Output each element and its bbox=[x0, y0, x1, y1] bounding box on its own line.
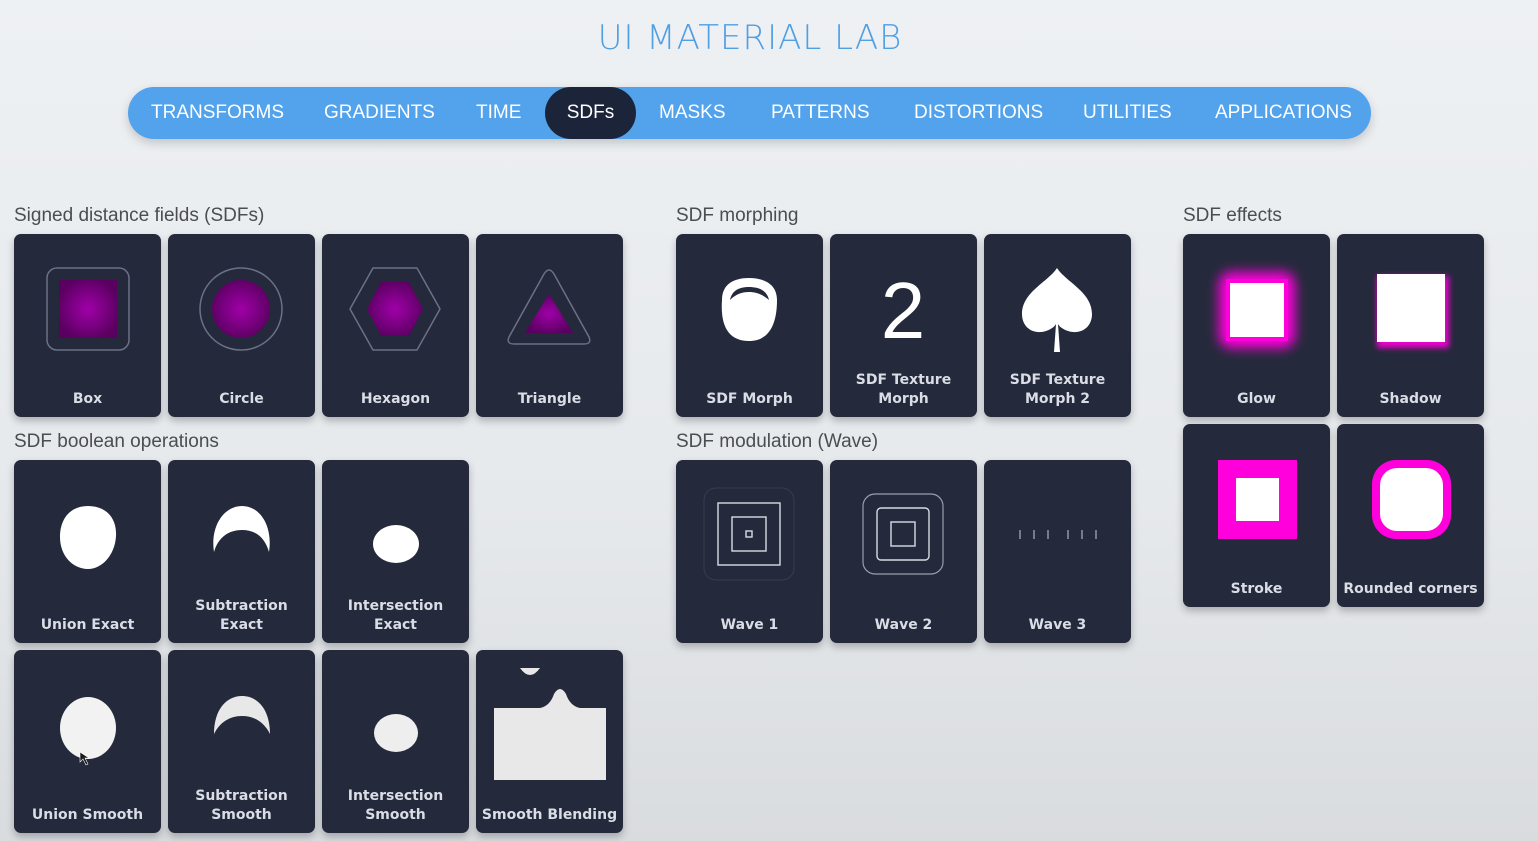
tab-patterns[interactable]: PATTERNS bbox=[771, 87, 870, 139]
tile-label: Shadow bbox=[1379, 391, 1442, 407]
tab-applications[interactable]: APPLICATIONS bbox=[1215, 87, 1352, 139]
tile-rounded-corners[interactable]: Rounded corners bbox=[1337, 424, 1484, 607]
tile-label: Union Smooth bbox=[31, 807, 144, 823]
section-title-morphing: SDF morphing bbox=[676, 205, 799, 226]
union-exact-icon bbox=[60, 506, 117, 569]
tile-label: Subtraction Exact bbox=[195, 598, 288, 633]
tile-box[interactable]: Box bbox=[14, 234, 161, 417]
spade-icon bbox=[1022, 268, 1092, 352]
tile-wave-3[interactable]: Wave 3 bbox=[984, 460, 1131, 643]
tile-glow[interactable]: Glow bbox=[1183, 234, 1330, 417]
tile-label: SDF Texture Morph bbox=[855, 372, 952, 407]
tab-transforms[interactable]: TRANSFORMS bbox=[151, 87, 284, 139]
tile-union-exact[interactable]: Union Exact bbox=[14, 460, 161, 643]
shadow-square-icon bbox=[1377, 274, 1449, 348]
smooth-blending-icon bbox=[494, 668, 606, 780]
section-title-boolean: SDF boolean operations bbox=[14, 431, 219, 452]
tile-label: SDF Morph bbox=[706, 391, 793, 407]
tile-subtraction-exact[interactable]: Subtraction Exact bbox=[168, 460, 315, 643]
sdf-morph-icon bbox=[721, 278, 777, 341]
tile-label: Glow bbox=[1237, 391, 1276, 407]
tile-label: Circle bbox=[219, 391, 264, 407]
page-title: UI MATERIAL LAB bbox=[597, 18, 903, 58]
tile-label: Intersection Exact bbox=[347, 598, 444, 633]
hexagon-sdf-icon bbox=[349, 267, 441, 351]
tile-label: Wave 3 bbox=[1028, 617, 1087, 633]
wave-square-icon bbox=[703, 487, 795, 581]
circle-sdf-icon bbox=[199, 267, 283, 351]
tile-label: Intersection Smooth bbox=[347, 788, 444, 823]
tab-utilities[interactable]: UTILITIES bbox=[1083, 87, 1172, 139]
tile-label: Wave 1 bbox=[720, 617, 779, 633]
tile-sdf-morph[interactable]: SDF Morph bbox=[676, 234, 823, 417]
digit-two-icon: 2 bbox=[881, 266, 926, 355]
box-sdf-icon bbox=[46, 267, 130, 351]
tile-label: Box bbox=[72, 391, 103, 407]
tile-intersection-exact[interactable]: Intersection Exact bbox=[322, 460, 469, 643]
tile-smooth-blending[interactable]: Smooth Blending bbox=[476, 650, 623, 833]
tile-shadow[interactable]: Shadow bbox=[1337, 234, 1484, 417]
union-smooth-icon bbox=[60, 697, 116, 766]
tab-distortions[interactable]: DISTORTIONS bbox=[914, 87, 1043, 139]
tile-circle[interactable]: Circle bbox=[168, 234, 315, 417]
tile-label: Smooth Blending bbox=[481, 807, 618, 823]
stroke-square-icon bbox=[1218, 460, 1297, 539]
tile-sdf-texture-morph-2[interactable]: SDF Texture Morph 2 bbox=[984, 234, 1131, 417]
tile-label: Wave 2 bbox=[874, 617, 933, 633]
tile-hexagon[interactable]: Hexagon bbox=[322, 234, 469, 417]
tile-label: Rounded corners bbox=[1343, 581, 1478, 597]
tile-label: Triangle bbox=[517, 391, 582, 407]
glow-square-icon bbox=[1219, 272, 1295, 348]
tile-union-smooth[interactable]: Union Smooth bbox=[14, 650, 161, 833]
wave-square-icon bbox=[862, 493, 944, 575]
section-title-modulation: SDF modulation (Wave) bbox=[676, 431, 879, 452]
intersection-smooth-icon bbox=[374, 714, 418, 752]
tile-stroke[interactable]: Stroke bbox=[1183, 424, 1330, 607]
category-tab-bar: TRANSFORMS GRADIENTS TIME SDFs MASKS PAT… bbox=[128, 87, 1371, 139]
tile-wave-2[interactable]: Wave 2 bbox=[830, 460, 977, 643]
wave-ticks-icon bbox=[1019, 530, 1097, 539]
subtraction-exact-icon bbox=[213, 506, 270, 552]
tile-label: Subtraction Smooth bbox=[195, 788, 288, 823]
tab-sdfs[interactable]: SDFs bbox=[545, 87, 636, 139]
tile-label: Stroke bbox=[1230, 581, 1283, 597]
tile-intersection-smooth[interactable]: Intersection Smooth bbox=[322, 650, 469, 833]
section-title-effects: SDF effects bbox=[1183, 205, 1282, 226]
tile-subtraction-smooth[interactable]: Subtraction Smooth bbox=[168, 650, 315, 833]
tab-time[interactable]: TIME bbox=[476, 87, 521, 139]
tile-label: SDF Texture Morph 2 bbox=[1009, 372, 1106, 407]
tile-label: Hexagon bbox=[360, 391, 431, 407]
digit-glyph: 2 bbox=[881, 266, 926, 355]
subtraction-smooth-icon bbox=[214, 696, 270, 734]
tile-label: Union Exact bbox=[40, 617, 135, 633]
rounded-square-icon bbox=[1372, 460, 1451, 539]
tile-wave-1[interactable]: Wave 1 bbox=[676, 460, 823, 643]
tab-masks[interactable]: MASKS bbox=[659, 87, 726, 139]
tile-sdf-texture-morph[interactable]: 2 SDF Texture Morph bbox=[830, 234, 977, 417]
section-title-sdfs: Signed distance fields (SDFs) bbox=[14, 205, 265, 226]
intersection-exact-icon bbox=[373, 525, 419, 563]
triangle-sdf-icon bbox=[507, 269, 591, 345]
tab-gradients[interactable]: GRADIENTS bbox=[324, 87, 435, 139]
tile-triangle[interactable]: Triangle bbox=[476, 234, 623, 417]
